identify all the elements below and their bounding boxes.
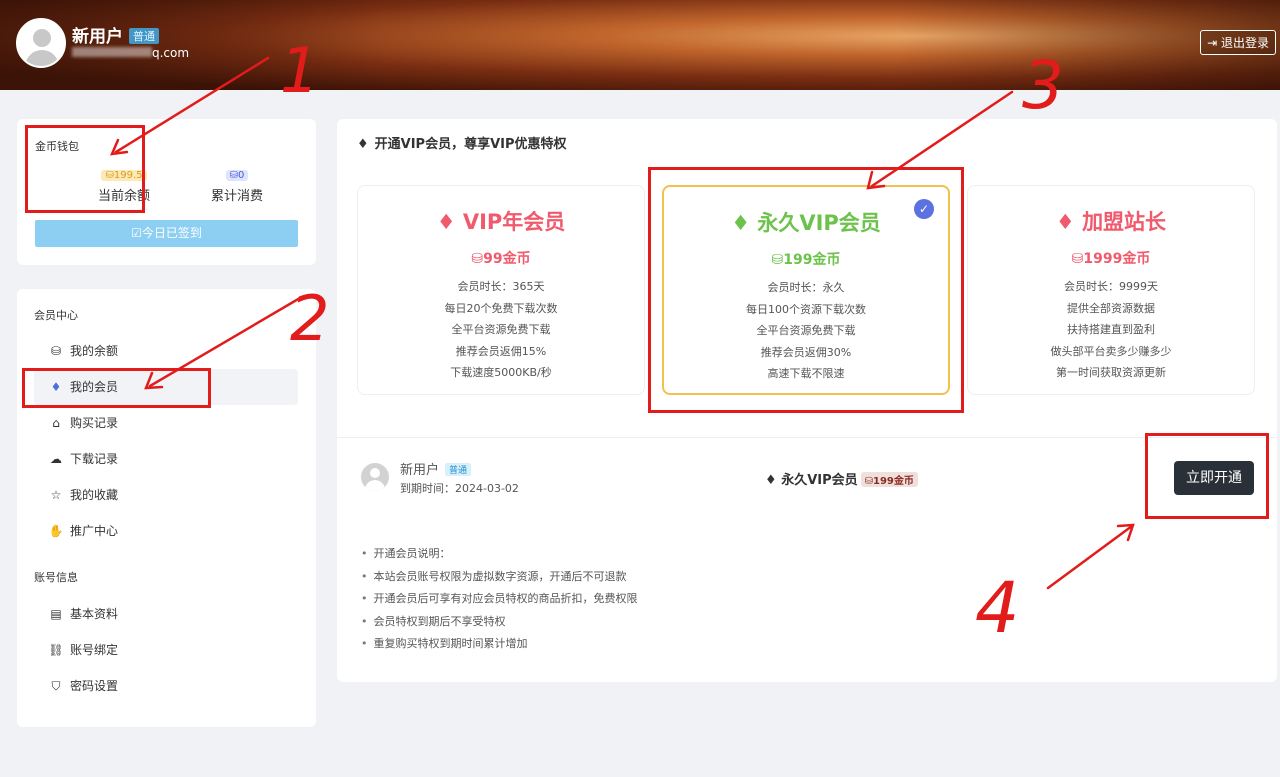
sidebar-item-favorites[interactable]: ☆ 我的收藏 (34, 477, 298, 513)
sidebar-item-promotion[interactable]: ✋ 推广中心 (34, 513, 298, 549)
basket-icon: ⌂ (52, 416, 60, 430)
plan-title: ♦ VIP年会员 (436, 210, 566, 234)
user-name-row: 新用户 普通 (72, 22, 159, 47)
plan-price: ⛁1999金币 (1071, 251, 1151, 267)
user-avatar[interactable] (16, 18, 66, 68)
plan-feature: 下载速度5000KB/秒 (450, 366, 552, 379)
logout-button[interactable]: ⇥ 退出登录 (1200, 30, 1276, 55)
membership-notes: 开通会员说明： 本站会员账号权限为虚拟数字资源，开通后不可退款 开通会员后可享有… (361, 543, 638, 656)
diamond-icon: ♦ (765, 473, 777, 488)
menu-group-account: 账号信息 (34, 571, 78, 584)
diamond-icon: ♦ (1055, 210, 1075, 234)
spend-stat: ⛁0 累计消费 (172, 167, 302, 204)
menu-group-member: 会员中心 (34, 309, 78, 322)
plan-feature: 每日20个免费下载次数 (444, 301, 558, 315)
note-item: 会员特权到期后不享受特权 (361, 611, 638, 634)
check-square-icon: ☑ (131, 226, 142, 240)
note-item: 本站会员账号权限为虚拟数字资源，开通后不可退款 (361, 566, 638, 589)
summary-plan: ♦ 永久VIP会员 ⛁199金币 (765, 469, 918, 488)
user-email: q.com (72, 46, 189, 60)
coins-icon: ⛁ (229, 170, 238, 181)
summary-level-badge: 普通 (445, 463, 472, 476)
shield-icon: ⛉ (51, 679, 61, 693)
summary-price: ⛁199金币 (860, 472, 918, 487)
email-redacted (72, 47, 152, 57)
note-item: 开通会员说明： (361, 543, 638, 566)
link-icon: ⛓ (48, 643, 64, 657)
signed-in-button[interactable]: ☑今日已签到 (35, 220, 298, 247)
user-name: 新用户 (72, 27, 123, 47)
annotation-box-3 (648, 167, 964, 413)
star-icon: ☆ (50, 488, 62, 502)
coins-icon: ⛁ (1071, 251, 1084, 267)
plan-feature: 做头部平台卖多少赚多少 (1050, 344, 1172, 358)
sidebar-item-downloads[interactable]: ☁ 下载记录 (34, 441, 298, 477)
vip-heading: ♦ 开通VIP会员，尊享VIP优惠特权 (357, 137, 567, 152)
profile-banner (0, 0, 1280, 90)
spend-value: ⛁0 (225, 170, 249, 181)
sidebar-item-profile[interactable]: ▤ 基本资料 (34, 596, 298, 632)
logout-icon: ⇥ (1207, 36, 1218, 50)
sidebar-item-binding[interactable]: ⛓ 账号绑定 (34, 632, 298, 668)
coins-icon: ⛁ (50, 344, 62, 358)
plan-card-yearly[interactable]: ♦ VIP年会员 ⛁99金币 会员时长：365天 每日20个免费下载次数 全平台… (357, 185, 645, 395)
user-level-badge: 普通 (129, 28, 159, 44)
plan-feature: 全平台资源免费下载 (451, 323, 551, 336)
plan-price: ⛁99金币 (471, 251, 531, 267)
plan-feature: 扶持搭建直到盈利 (1067, 323, 1155, 336)
divider (337, 437, 1277, 438)
plan-title: ♦ 加盟站长 (1055, 210, 1167, 234)
plan-feature: 推荐会员返佣15% (455, 344, 547, 358)
coins-icon: ⛁ (864, 476, 874, 487)
annotation-box-2 (22, 368, 211, 408)
sidebar-item-password[interactable]: ⛉ 密码设置 (34, 668, 298, 704)
sidebar-item-balance[interactable]: ⛁ 我的余额 (34, 333, 298, 369)
spend-label: 累计消费 (210, 189, 263, 204)
annotation-box-1 (25, 125, 145, 213)
diamond-icon: ♦ (357, 137, 369, 152)
note-item: 重复购买特权到期时间累计增加 (361, 633, 638, 656)
note-item: 开通会员后可享有对应会员特权的商品折扣，免费权限 (361, 588, 638, 611)
id-card-icon: ▤ (50, 607, 62, 621)
plan-feature: 第一时间获取资源更新 (1056, 366, 1166, 379)
plan-card-partner[interactable]: ♦ 加盟站长 ⛁1999金币 会员时长：9999天 提供全部资源数据 扶持搭建直… (967, 185, 1255, 395)
plan-feature: 会员时长：9999天 (1064, 280, 1158, 293)
plan-feature: 会员时长：365天 (457, 280, 545, 293)
diamond-icon: ♦ (436, 210, 456, 234)
coins-icon: ⛁ (471, 251, 484, 267)
user-menu-card: 会员中心 ⛁ 我的余额 ♦ 我的会员 ⌂ 购买记录 ☁ 下载记录 ☆ 我的收藏 ✋ 推广中心… (17, 289, 316, 727)
annotation-box-4 (1145, 433, 1269, 519)
plan-feature: 提供全部资源数据 (1067, 301, 1155, 315)
cloud-download-icon: ☁ (50, 452, 62, 466)
sidebar-item-purchases[interactable]: ⌂ 购买记录 (34, 405, 298, 441)
summary-expiry: 到期时间：2024-03-02 (400, 482, 519, 495)
hand-coin-icon: ✋ (48, 524, 64, 538)
summary-user: 新用户 普通 (400, 459, 472, 478)
summary-avatar (361, 463, 389, 491)
